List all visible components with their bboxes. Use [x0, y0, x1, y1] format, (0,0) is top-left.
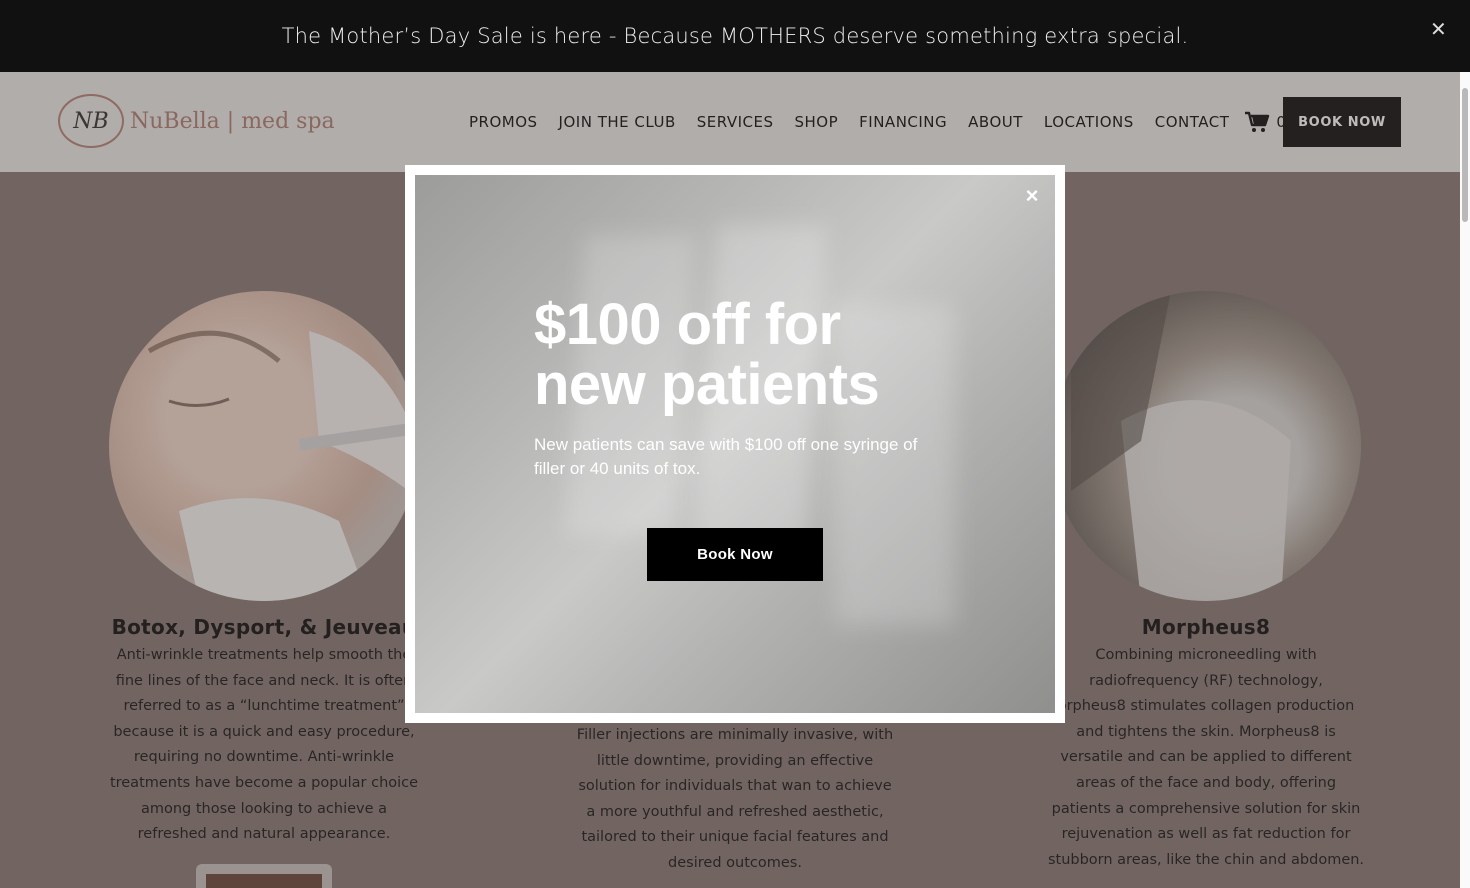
service-description: Combining microneedling with radiofreque… [1046, 643, 1366, 873]
description-line: Filler injections are minimally invasive… [576, 727, 894, 743]
service-card-botox: Botox, Dysport, & Jeuveau Anti-wrinkle t… [104, 291, 424, 848]
description-line: requiring no downtime. Anti-wrinkle [133, 749, 395, 766]
promo-subtext: New patients can save with $100 off one … [534, 435, 918, 478]
service-description: Filler injections are minimally invasive… [575, 723, 895, 877]
description-line: little downtime, providing an effective [596, 752, 874, 769]
nav-item-services[interactable]: SERVICES [697, 113, 774, 131]
description-line: among those looking to achieve a [140, 800, 388, 817]
service-button-fill [206, 874, 322, 888]
nav-item-financing[interactable]: FINANCING [859, 113, 947, 131]
promo-headline: $100 off for new patients [534, 295, 954, 415]
book-now-button[interactable]: Book Now [647, 528, 823, 581]
cart-icon [1245, 111, 1270, 132]
service-card-fillers: Filler injections are minimally invasive… [575, 719, 895, 877]
description-line: fine lines of the face and neck. It is o… [115, 672, 413, 689]
description-line: rejuvenation as well as fat reduction fo… [1061, 826, 1351, 843]
main-nav: PROMOS JOIN THE CLUB SERVICES SHOP FINAN… [469, 72, 1286, 172]
description-line: orpheus8 stimulates collagen production [1057, 698, 1355, 715]
promo-headline-line: new patients [534, 352, 880, 417]
nav-item-join-the-club[interactable]: JOIN THE CLUB [559, 113, 676, 131]
service-title: Morpheus8 [1141, 615, 1271, 639]
service-image-botox [109, 291, 419, 601]
description-line: referred to as a “lunchtime treatment” [123, 698, 405, 715]
description-line: refreshed and natural appearance. [137, 826, 391, 843]
nav-item-contact[interactable]: CONTACT [1155, 113, 1230, 131]
promo-modal: × $100 off for new patients New patients… [405, 165, 1065, 723]
nav-item-promos[interactable]: PROMOS [469, 113, 538, 131]
close-icon[interactable]: × [1023, 185, 1041, 207]
promo-headline-line: $100 off for [534, 292, 841, 357]
description-line: desired outcomes. [668, 854, 802, 871]
promo-modal-content: × $100 off for new patients New patients… [415, 175, 1055, 713]
nav-item-shop[interactable]: SHOP [795, 113, 839, 131]
description-line: versatile and can be applied to differen… [1060, 749, 1352, 766]
announcement-text: The Mother’s Day Sale is here - Because … [281, 24, 1189, 48]
service-description: Anti-wrinkle treatments help smooth the … [104, 643, 424, 848]
description-line: Combining microneedling with [1095, 647, 1317, 663]
description-line: stubborn areas, like the chin and abdome… [1047, 851, 1365, 868]
logo-text: NuBella | med spa [130, 108, 335, 134]
description-line: Anti-wrinkle treatments help smooth the [116, 647, 412, 663]
service-card-morpheus8: Morpheus8 Combining microneedling with r… [1046, 291, 1366, 873]
announcement-bar: The Mother’s Day Sale is here - Because … [0, 0, 1470, 72]
description-line: a more youthful and refreshed aesthetic, [586, 803, 884, 820]
service-image-morpheus8 [1051, 291, 1361, 601]
description-line: areas of the face and body, offering [1075, 774, 1337, 791]
scrollbar-thumb[interactable] [1462, 88, 1468, 222]
cart-button[interactable]: 0 [1244, 111, 1286, 133]
description-line: because it is a quick and easy procedure… [113, 723, 415, 740]
description-line: solution for individuals that wan to ach… [578, 778, 892, 795]
logo[interactable]: NB NuBella | med spa [58, 94, 335, 148]
description-line: radiofrequency (RF) technology, [1089, 672, 1323, 689]
description-line: treatments have become a popular choice [109, 774, 419, 791]
site-header: NB NuBella | med spa PROMOS JOIN THE CLU… [0, 72, 1460, 172]
service-button[interactable] [196, 864, 332, 888]
service-title: Botox, Dysport, & Jeuveau [111, 615, 417, 639]
logo-mark: NB [58, 94, 124, 148]
description-line: and tightens the skin. Morpheus8 is [1076, 723, 1336, 740]
description-line: tailored to their unique facial features… [581, 829, 889, 846]
description-line: patients a comprehensive solution for sk… [1051, 800, 1361, 817]
close-icon[interactable]: ✕ [1430, 19, 1448, 39]
book-now-button[interactable]: BOOK NOW [1283, 97, 1401, 147]
nav-item-locations[interactable]: LOCATIONS [1044, 113, 1134, 131]
nav-item-about[interactable]: ABOUT [968, 113, 1023, 131]
